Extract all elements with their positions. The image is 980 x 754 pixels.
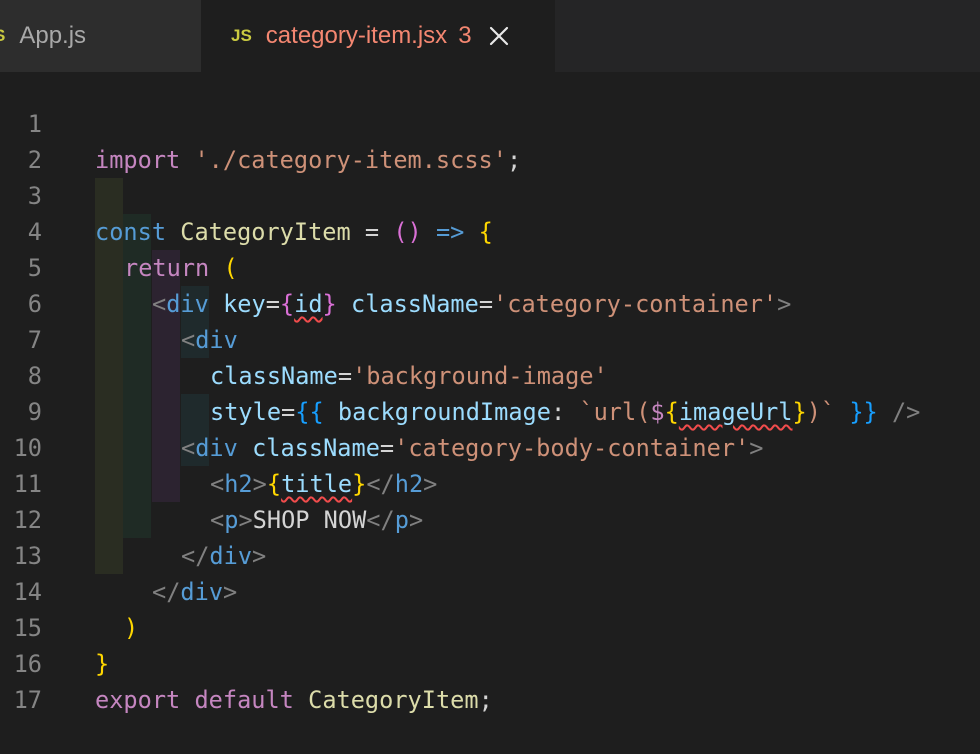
code-line: 11 <p>SHOP NOW</p> [0,430,980,534]
code-line: 3 const CategoryItem = () => { [0,142,980,246]
code-line: 5 <div key={id} className='category-cont… [0,214,980,318]
code-line: 8 style={{ backgroundImage: `url(${image… [0,322,980,426]
code-editor[interactable]: 1 import './category-item.scss'; 2 3 con… [0,70,980,714]
code-line: 13 </div> [0,502,980,606]
javascript-file-icon: JS [231,26,252,45]
code-line: 15 } [0,574,980,678]
code-line: 6 <div [0,250,980,354]
code-line: 9 <div className='category-body-containe… [0,358,980,462]
code-line: 16 export default CategoryItem; [0,610,980,714]
code-line: 7 className='background-image' [0,286,980,390]
tab-app-js[interactable]: S App.js [0,0,201,72]
tab-label: App.js [19,22,87,49]
editor-tab-bar: S App.js JS category-item.jsx 3 [0,0,980,72]
line-number: 17 [13,686,42,714]
code-line: 14 ) [0,538,980,642]
javascript-file-icon: S [0,26,5,46]
code-line: 2 [0,106,980,174]
code-line: 4 return ( [0,178,980,282]
tab-category-item-jsx[interactable]: JS category-item.jsx 3 [201,0,555,72]
tab-label: category-item.jsx [265,22,448,49]
line-content[interactable]: export default CategoryItem; [95,682,493,718]
problems-count-badge: 3 [458,22,472,49]
code-line: 17 [0,646,980,714]
code-line: 1 import './category-item.scss'; [0,70,980,174]
code-line: 10 <h2>{title}</h2> [0,394,980,498]
code-line: 12 </div> [0,466,980,570]
close-icon[interactable] [486,23,512,49]
